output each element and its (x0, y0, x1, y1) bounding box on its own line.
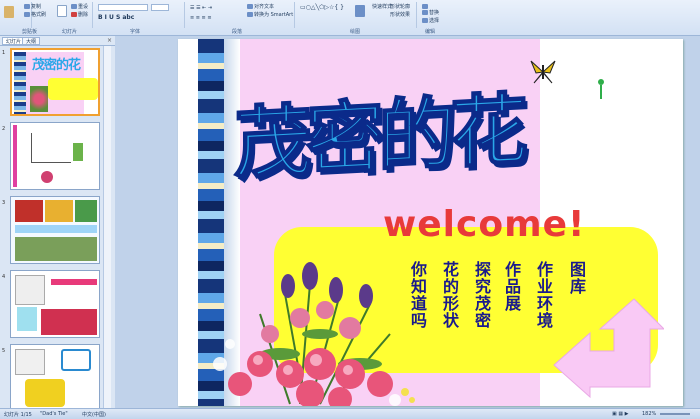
thumb-number: 2 (2, 126, 6, 132)
panel-tabs: 幻灯片 大纲 × (0, 36, 115, 46)
thumb-title: 茂密的花 (32, 58, 81, 73)
view-buttons[interactable]: ▣ ▦ ▶ (612, 411, 628, 417)
slide-thumbnail-3[interactable] (10, 196, 100, 264)
tab-outline[interactable]: 大纲 (22, 37, 41, 45)
reset-button[interactable]: 重设 (71, 4, 88, 10)
theme-name: "Dad's Tie" (40, 411, 68, 417)
select-button[interactable]: 选择 (422, 18, 439, 24)
format-painter-button[interactable]: 格式刷 (24, 12, 46, 18)
slide-thumbnail-4[interactable] (10, 270, 100, 338)
quick-styles-button[interactable]: 快速样式 (372, 4, 392, 10)
shapes-gallery[interactable]: ▭○△╲⬠▷☆{ } (300, 5, 344, 11)
stem-decoration (600, 85, 602, 99)
back-arrow-icon[interactable] (544, 295, 666, 406)
status-bar: 幻灯片 1/15 "Dad's Tie" 中文(中国) ▣ ▦ ▶ 182% (0, 408, 700, 419)
thumbnail-scrollbar[interactable] (103, 46, 111, 408)
shape-outline-button[interactable]: 形状轮廓 (390, 4, 410, 10)
menu-item-explore[interactable]: 探究茂密 (474, 261, 492, 329)
slide-counter: 幻灯片 1/15 (4, 412, 32, 418)
drawing-label: 绘图 (350, 29, 361, 35)
paragraph-label: 段落 (232, 29, 243, 35)
butterfly-icon (528, 57, 558, 87)
new-slide-icon[interactable] (57, 5, 68, 17)
thumb-number: 4 (2, 274, 6, 280)
delete-button[interactable]: 删除 (71, 12, 88, 18)
flowers-image (190, 224, 450, 406)
align-text-button[interactable]: 对齐文本 (247, 4, 274, 10)
slide-editor: 茂密的花 welcome! 图库 作业环境 作品展 探究茂密 花的形状 你知道吗 (115, 36, 700, 408)
slide-thumbnail-2[interactable] (10, 122, 100, 190)
thumbnail-pane: 1 茂密的花 2 3 4 5 (0, 46, 115, 408)
menu-item-works[interactable]: 作品展 (504, 261, 522, 312)
thumb-number: 3 (2, 200, 6, 206)
arrange-icon[interactable] (355, 5, 366, 17)
thumb-number: 1 (2, 50, 6, 56)
clipboard-label: 剪贴板 (22, 29, 38, 35)
font-label: 字体 (130, 29, 141, 35)
convert-smartart-button[interactable]: 转换为 SmartArt (247, 12, 293, 18)
copy-button[interactable]: 复制 (24, 4, 41, 10)
editing-label: 编辑 (425, 29, 436, 35)
list-icons[interactable]: ☰ ☰ ⇤ ⇥ (190, 5, 212, 11)
paste-icon[interactable] (4, 6, 15, 18)
zoom-level[interactable]: 182% (642, 411, 656, 417)
close-icon[interactable]: × (107, 37, 112, 44)
slide-thumbnail-1[interactable]: 茂密的花 (10, 48, 100, 116)
font-size-field[interactable] (151, 4, 169, 11)
shape-effects-button[interactable]: 形状效果 (390, 12, 410, 18)
slide-title: 茂密的花 (233, 84, 523, 191)
thumb-number: 5 (2, 348, 6, 354)
slide-canvas[interactable]: 茂密的花 welcome! 图库 作业环境 作品展 探究茂密 花的形状 你知道吗 (178, 39, 683, 406)
ribbon: 复制 格式刷 剪贴板 重设 删除 幻灯片 B I U S abc 字体 对齐文本… (0, 0, 700, 36)
slide-thumbnail-5[interactable] (10, 344, 100, 408)
replace-button[interactable]: 替换 (422, 10, 439, 16)
language-indicator[interactable]: 中文(中国) (82, 411, 106, 418)
slides-label: 幻灯片 (62, 29, 78, 35)
menu-item-gallery[interactable]: 图库 (569, 261, 587, 295)
font-name-field[interactable] (98, 4, 148, 11)
align-icons[interactable]: ≡ ≡ ≡ ≡ (190, 15, 212, 21)
bold-button[interactable]: B I U S abc (98, 15, 134, 21)
zoom-slider[interactable] (660, 413, 690, 415)
